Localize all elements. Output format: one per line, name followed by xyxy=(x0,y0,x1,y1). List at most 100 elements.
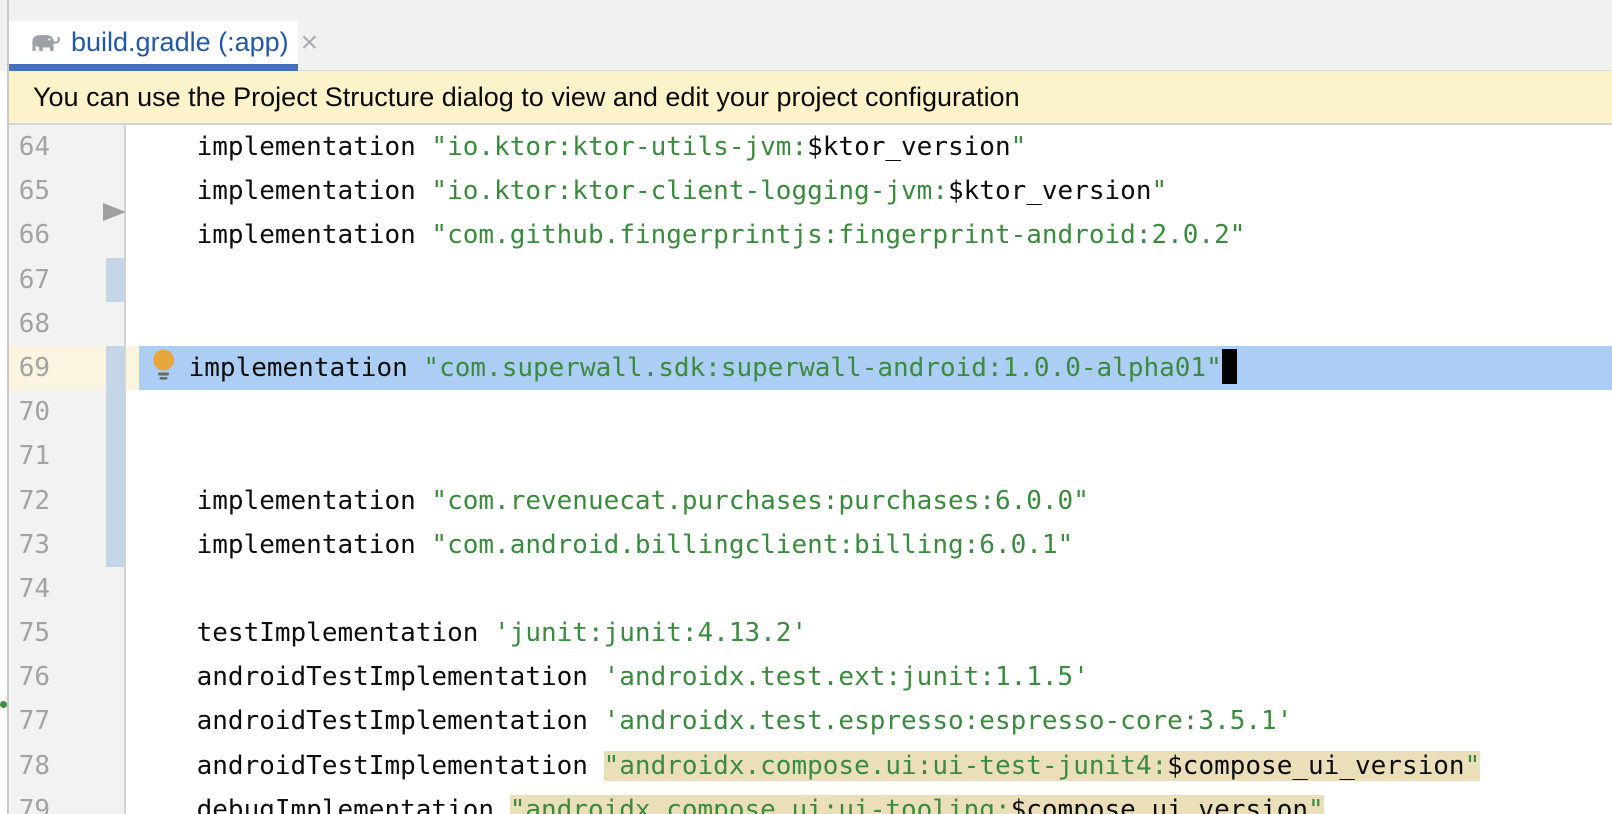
vcs-change-marker[interactable] xyxy=(106,434,124,478)
code-line[interactable]: 69 implementation "com.superwall.sdk:sup… xyxy=(9,346,1612,390)
editor-tab-bar: build.gradle (:app) × xyxy=(9,0,1612,71)
code-line-content[interactable] xyxy=(126,302,1612,346)
line-number: 74 xyxy=(9,567,50,611)
code-token: "com.android.billingclient:billing:6.0.1… xyxy=(431,530,1073,560)
line-number: 78 xyxy=(9,744,50,788)
code-line-content[interactable]: implementation "com.github.fingerprintjs… xyxy=(126,213,1612,257)
code-line[interactable]: 67 xyxy=(9,258,1612,302)
code-line-content[interactable] xyxy=(126,258,1612,302)
tab-title: build.gradle (:app) xyxy=(71,27,289,58)
ide-main-area: build.gradle (:app) × You can use the Pr… xyxy=(9,0,1612,814)
code-line-content[interactable]: implementation "io.ktor:ktor-utils-jvm:$… xyxy=(126,125,1612,169)
line-number: 75 xyxy=(9,611,50,655)
gutter-cell[interactable]: 71 xyxy=(9,434,126,478)
code-line-content[interactable]: implementation "com.android.billingclien… xyxy=(126,523,1612,567)
line-number: 73 xyxy=(9,523,50,567)
vcs-change-marker[interactable] xyxy=(106,346,124,390)
code-line-content[interactable]: implementation "com.superwall.sdk:superw… xyxy=(126,346,1612,390)
gutter-cell[interactable]: 73 xyxy=(9,523,126,567)
gutter-cell[interactable]: 76 xyxy=(9,655,126,699)
code-line[interactable]: 78 androidTestImplementation "androidx.c… xyxy=(9,744,1612,788)
code-token: testImplementation xyxy=(134,618,494,648)
code-editor[interactable]: 64 implementation "io.ktor:ktor-utils-jv… xyxy=(9,124,1612,814)
vcs-change-marker[interactable] xyxy=(106,479,124,523)
code-token: " xyxy=(1308,795,1324,814)
window-left-edge-top xyxy=(0,0,7,71)
code-line-content[interactable]: androidTestImplementation 'androidx.test… xyxy=(126,699,1612,743)
code-line-content[interactable]: androidTestImplementation "androidx.comp… xyxy=(126,744,1612,788)
edge-green-dot xyxy=(0,701,7,708)
code-line[interactable]: 70 xyxy=(9,390,1612,434)
code-token: " xyxy=(1465,751,1481,781)
intention-bulb-icon[interactable] xyxy=(148,349,179,382)
code-token: androidTestImplementation xyxy=(134,662,604,692)
code-line[interactable]: 71 xyxy=(9,434,1612,478)
text-cursor xyxy=(1222,349,1237,384)
code-line[interactable]: 76 androidTestImplementation 'androidx.t… xyxy=(9,655,1612,699)
code-line[interactable]: 77 androidTestImplementation 'androidx.t… xyxy=(9,699,1612,743)
line-number: 70 xyxy=(9,390,50,434)
code-line[interactable]: 64 implementation "io.ktor:ktor-utils-jv… xyxy=(9,125,1612,169)
line-number: 79 xyxy=(9,788,50,814)
code-token: "com.revenuecat.purchases:purchases:6.0.… xyxy=(431,486,1088,516)
gutter-cell[interactable]: 67 xyxy=(9,258,126,302)
line-number: 66 xyxy=(9,213,50,257)
code-line-content[interactable]: implementation "io.ktor:ktor-client-logg… xyxy=(126,169,1612,213)
code-token: implementation xyxy=(134,176,431,206)
vcs-change-marker[interactable] xyxy=(106,390,124,434)
code-line[interactable]: 65 implementation "io.ktor:ktor-client-l… xyxy=(9,169,1612,213)
code-token: implementation xyxy=(134,486,431,516)
code-token: 'junit:junit:4.13.2' xyxy=(494,618,807,648)
code-token: "com.github.fingerprintjs:fingerprint-an… xyxy=(431,220,1245,250)
code-token: $ktor_version xyxy=(948,176,1152,206)
gutter-cell[interactable]: 78 xyxy=(9,744,126,788)
window-left-edge xyxy=(0,0,9,814)
gutter-cell[interactable]: 70 xyxy=(9,390,126,434)
line-number: 72 xyxy=(9,479,50,523)
code-line-content[interactable]: androidTestImplementation 'androidx.test… xyxy=(126,655,1612,699)
line-number: 67 xyxy=(9,258,50,302)
gutter-run-triangle-icon[interactable] xyxy=(103,203,126,221)
code-token: androidTestImplementation xyxy=(134,751,604,781)
code-line-content[interactable]: debugImplementation "androidx.compose.ui… xyxy=(126,788,1612,814)
code-token: "com.superwall.sdk:superwall-android:1.0… xyxy=(423,353,1221,383)
code-token: 'androidx.test.espresso:espresso-core:3.… xyxy=(604,706,1293,736)
code-line[interactable]: 74 xyxy=(9,567,1612,611)
project-structure-notification-banner: You can use the Project Structure dialog… xyxy=(9,71,1612,124)
line-number: 69 xyxy=(9,346,50,390)
code-line-content[interactable]: implementation "com.revenuecat.purchases… xyxy=(126,479,1612,523)
code-token: "io.ktor:ktor-utils-jvm: xyxy=(431,132,807,162)
code-line[interactable]: 73 implementation "com.android.billingcl… xyxy=(9,523,1612,567)
banner-message: You can use the Project Structure dialog… xyxy=(33,82,1020,113)
gutter-cell[interactable]: 74 xyxy=(9,567,126,611)
gutter-cell[interactable]: 72 xyxy=(9,479,126,523)
code-line[interactable]: 79 debugImplementation "androidx.compose… xyxy=(9,788,1612,814)
line-number: 77 xyxy=(9,699,50,743)
line-number: 76 xyxy=(9,655,50,699)
code-token: "androidx.compose.ui:ui-tooling: xyxy=(510,795,1011,814)
code-line[interactable]: 68 xyxy=(9,302,1612,346)
code-line-content[interactable] xyxy=(126,390,1612,434)
gutter-cell[interactable]: 69 xyxy=(9,346,126,390)
code-line[interactable]: 66 implementation "com.github.fingerprin… xyxy=(9,213,1612,257)
code-token: $compose_ui_version xyxy=(1011,795,1308,814)
code-line-content[interactable] xyxy=(126,434,1612,478)
tab-close-icon[interactable]: × xyxy=(301,28,319,58)
gutter-cell[interactable]: 68 xyxy=(9,302,126,346)
code-line-content[interactable] xyxy=(126,567,1612,611)
vcs-change-marker[interactable] xyxy=(106,258,124,302)
code-token: implementation xyxy=(134,530,431,560)
gutter-cell[interactable]: 64 xyxy=(9,125,126,169)
code-token: "androidx.compose.ui:ui-test-junit4: xyxy=(604,751,1168,781)
gutter-cell[interactable]: 79 xyxy=(9,788,126,814)
tab-build-gradle-app[interactable]: build.gradle (:app) × xyxy=(9,21,298,71)
gutter-cell[interactable]: 77 xyxy=(9,699,126,743)
code-token: implementation xyxy=(134,132,431,162)
code-line[interactable]: 75 testImplementation 'junit:junit:4.13.… xyxy=(9,611,1612,655)
code-line[interactable]: 72 implementation "com.revenuecat.purcha… xyxy=(9,479,1612,523)
code-line-content[interactable]: testImplementation 'junit:junit:4.13.2' xyxy=(126,611,1612,655)
code-token: "io.ktor:ktor-client-logging-jvm: xyxy=(431,176,948,206)
vcs-change-marker[interactable] xyxy=(106,523,124,567)
gutter-cell[interactable]: 75 xyxy=(9,611,126,655)
code-token: $ktor_version xyxy=(807,132,1011,162)
